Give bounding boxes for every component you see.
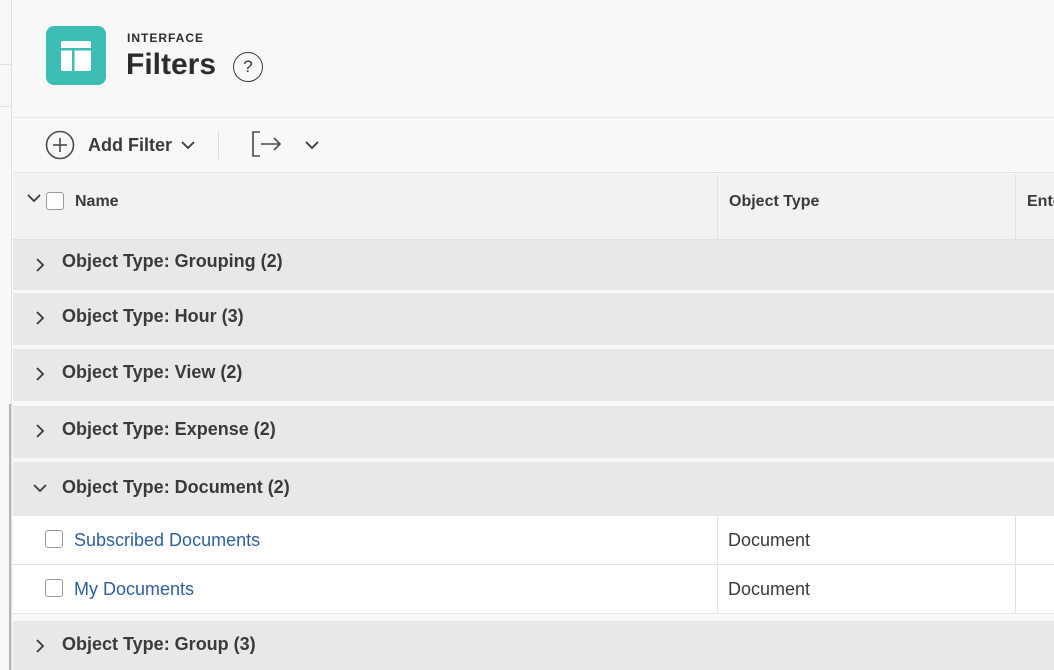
add-filter-button[interactable]: Add Filter: [45, 129, 195, 161]
group-label: Object Type: Hour (3): [62, 306, 244, 326]
chevron-right-icon[interactable]: [31, 637, 49, 655]
layout-icon: [46, 26, 106, 85]
cell-divider: [717, 516, 718, 565]
column-divider[interactable]: [717, 174, 718, 240]
chevron-right-icon[interactable]: [31, 256, 49, 274]
plus-circle-icon: [45, 130, 75, 160]
column-header-object-type[interactable]: Object Type: [729, 193, 819, 211]
help-button[interactable]: ?: [233, 52, 263, 82]
row-checkbox[interactable]: [45, 530, 63, 548]
group-label: Object Type: View (2): [62, 362, 243, 382]
toolbar: Add Filter: [13, 119, 1054, 173]
page-header: INTERFACE Filters ?: [13, 0, 1054, 118]
export-icon[interactable]: [251, 130, 283, 158]
page-eyebrow: INTERFACE: [127, 31, 205, 45]
left-rail: [0, 0, 12, 670]
page-title: Filters: [126, 48, 217, 81]
group-label: Object Type: Group (3): [62, 634, 256, 654]
toolbar-divider: [218, 131, 219, 159]
cell-divider: [1015, 516, 1016, 565]
rail-divider: [0, 64, 12, 65]
export-menu-chevron-icon[interactable]: [303, 136, 321, 154]
group-row-document[interactable]: Object Type: Document (2): [13, 462, 1054, 516]
chevron-down-icon[interactable]: [31, 479, 49, 497]
group-label: Object Type: Document (2): [62, 477, 290, 497]
chevron-right-icon[interactable]: [31, 309, 49, 327]
object-type-cell: Document: [728, 530, 811, 550]
row-checkbox[interactable]: [45, 579, 63, 597]
table-row[interactable]: My Documents Document: [13, 565, 1054, 614]
group-row-group[interactable]: Object Type: Group (3): [13, 621, 1054, 670]
column-header-entered-by[interactable]: Ente: [1027, 193, 1054, 211]
filter-name-link[interactable]: Subscribed Documents: [74, 530, 260, 551]
table-header: Name Object Type Ente: [13, 174, 1054, 240]
group-row-view[interactable]: Object Type: View (2): [13, 349, 1054, 401]
table-row[interactable]: Subscribed Documents Document: [13, 516, 1054, 565]
select-all-checkbox[interactable]: [46, 192, 64, 210]
cell-divider: [717, 565, 718, 614]
filter-name-link[interactable]: My Documents: [74, 579, 194, 600]
chevron-right-icon[interactable]: [31, 422, 49, 440]
group-row-expense[interactable]: Object Type: Expense (2): [13, 406, 1054, 458]
chevron-right-icon[interactable]: [31, 365, 49, 383]
group-label: Object Type: Grouping (2): [62, 251, 283, 271]
cell-divider: [1015, 565, 1016, 614]
rail-divider: [0, 106, 12, 107]
column-header-name[interactable]: Name: [75, 193, 119, 211]
collapse-all-chevron-icon[interactable]: [26, 192, 42, 206]
group-row-grouping[interactable]: Object Type: Grouping (2): [13, 240, 1054, 290]
add-filter-label: Add Filter: [88, 134, 172, 155]
column-divider[interactable]: [1015, 174, 1016, 240]
group-row-hour[interactable]: Object Type: Hour (3): [13, 293, 1054, 345]
scrollbar[interactable]: [9, 404, 11, 670]
object-type-cell: Document: [728, 579, 811, 599]
group-label: Object Type: Expense (2): [62, 419, 276, 439]
chevron-down-icon: [181, 141, 195, 150]
